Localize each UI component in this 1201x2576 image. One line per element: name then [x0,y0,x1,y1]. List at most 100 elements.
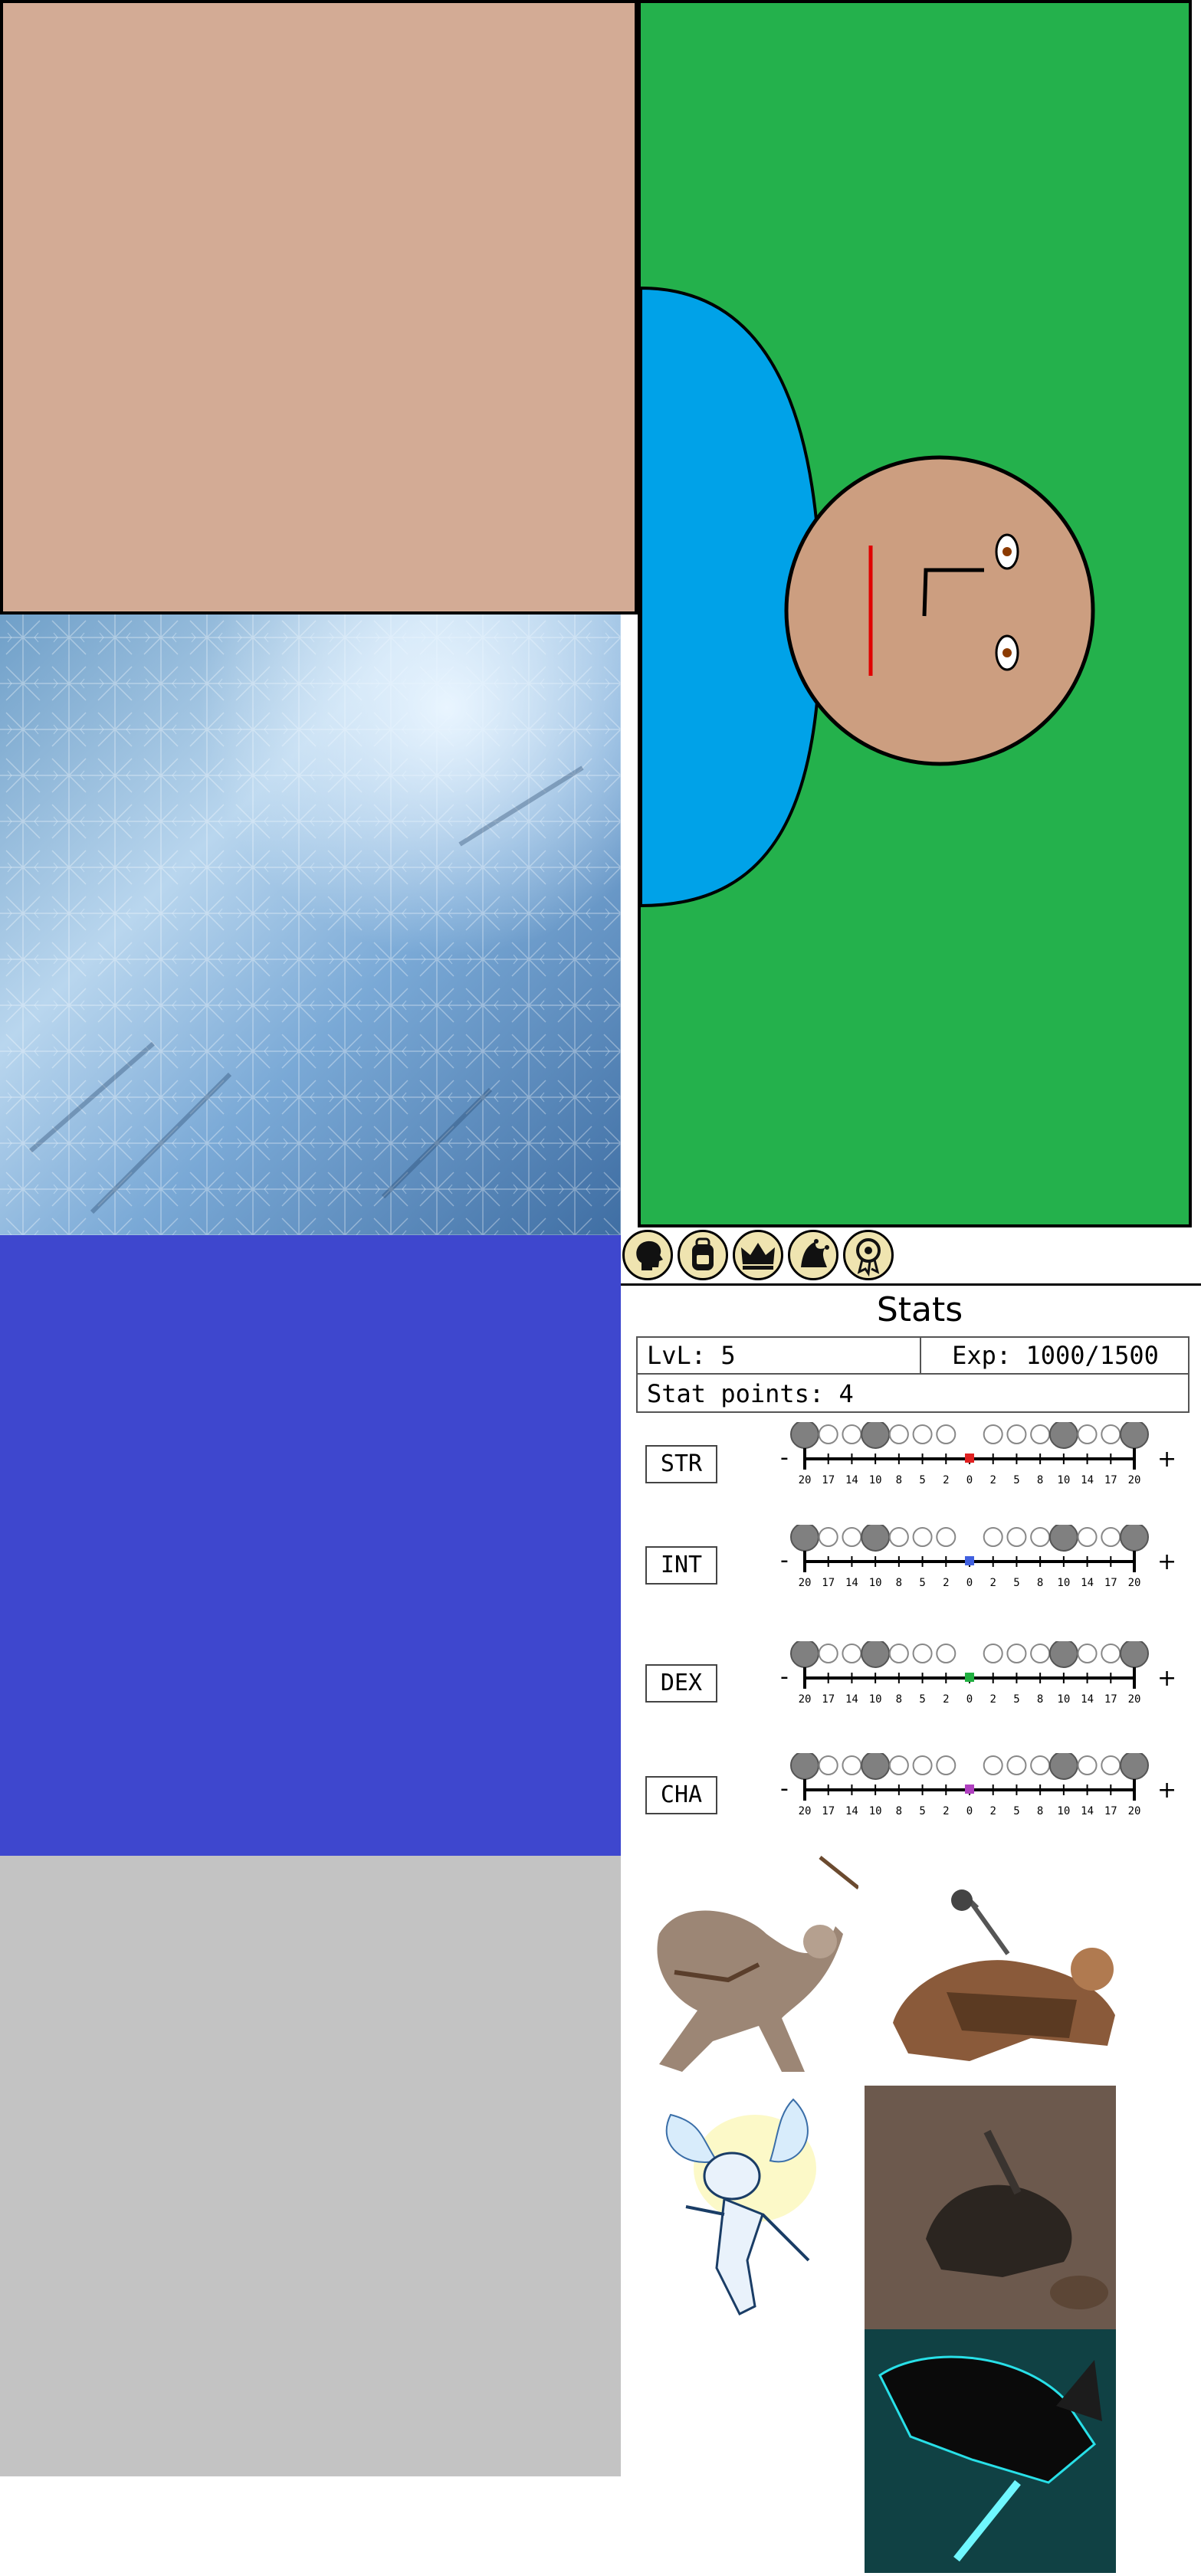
cyber-warrior-image [865,2329,1116,2573]
stat-scale-label: 0 [966,1805,973,1817]
character-armored-knight[interactable] [865,2086,1116,2329]
stat-scale-label: 14 [845,1805,858,1817]
crown-icon [741,1243,775,1270]
stat-level-marker [1030,1527,1051,1547]
stat-level-marker [983,1527,1003,1547]
stat-label-dex: DEX [645,1664,717,1703]
stat-scale-label: 8 [896,1474,902,1486]
stat-value-indicator[interactable] [965,1556,974,1565]
stat-scale-label: 2 [989,1693,996,1706]
inventory-tab[interactable] [678,1230,728,1280]
stat-scale-label: 20 [799,1805,812,1817]
stat-level-marker [790,1525,819,1552]
stat-level-marker [1006,1424,1027,1444]
character-dwarf-barbarian[interactable] [878,1870,1130,2069]
stat-scale-label: 10 [869,1805,882,1817]
stat-slider-cha[interactable]: - +20 17 14 10 8 5 2 0 2 5 8 10 14 17 20 [774,1753,1180,1822]
stat-scale-label: 5 [1013,1577,1019,1589]
stat-level-marker [818,1424,838,1444]
stat-scale-label: 0 [966,1693,973,1706]
stat-level-marker [888,1424,909,1444]
stat-scale-label: 14 [845,1693,858,1706]
stat-value-indicator[interactable] [965,1454,974,1463]
stat-level-marker [1006,1527,1027,1547]
stat-level-marker [888,1644,909,1663]
experience-display: Exp: 1000/1500 [921,1338,1190,1375]
decrease-button[interactable]: - [780,1547,789,1574]
stat-scale-label: 20 [1128,1474,1141,1486]
level-display: LvL: 5 [638,1338,921,1375]
stat-level-marker [912,1424,933,1444]
stat-level-marker [1120,1753,1149,1780]
stat-scale-label: 10 [1057,1805,1070,1817]
stat-scale-label: 20 [1128,1805,1141,1817]
stat-level-marker [842,1527,862,1547]
stat-scale-label: 8 [1037,1474,1043,1486]
skin-color-swatch[interactable] [0,0,638,615]
stat-scale-label: 14 [845,1474,858,1486]
award-ribbon-icon [856,1238,881,1277]
stat-level-marker [1077,1644,1098,1663]
achievements-tab[interactable] [843,1230,894,1280]
character-tab[interactable] [622,1230,673,1280]
stat-level-marker [1120,1422,1149,1449]
stat-scale-label: 5 [1013,1805,1019,1817]
stat-level-marker [1101,1644,1121,1663]
stat-scale-label: 5 [919,1577,925,1589]
title-tab[interactable] [733,1230,783,1280]
stat-level-marker [912,1527,933,1547]
increase-button[interactable]: + [1157,1777,1176,1804]
increase-button[interactable]: + [1157,1665,1176,1692]
stat-level-marker [1006,1644,1027,1663]
character-pixie-fairy[interactable] [640,2084,839,2337]
stat-level-marker [842,1644,862,1663]
grey-color-swatch[interactable] [0,1856,621,2476]
stat-level-marker [936,1644,957,1663]
stat-scale-label: 5 [919,1693,925,1706]
stat-scale-label: 2 [943,1805,949,1817]
stat-scale-label: 17 [822,1577,835,1589]
stat-scale-label: 17 [822,1693,835,1706]
armored-knight-image [865,2086,1116,2329]
backpack-icon [692,1237,714,1270]
decrease-button[interactable]: - [780,1444,789,1471]
menu-tab-bar [621,1227,1201,1286]
stat-level-marker [936,1424,957,1444]
stat-level-marker [983,1424,1003,1444]
stat-value-indicator[interactable] [965,1785,974,1794]
stat-level-marker [1120,1641,1149,1668]
increase-button[interactable]: + [1157,1446,1176,1473]
stat-level-marker [912,1755,933,1775]
stat-scale-label: 10 [869,1577,882,1589]
stat-level-marker [1030,1644,1051,1663]
stat-level-marker [912,1644,933,1663]
stat-scale-label: 2 [989,1577,996,1589]
stat-slider-dex[interactable]: - +20 17 14 10 8 5 2 0 2 5 8 10 14 17 20 [774,1641,1180,1710]
character-werewolf-archer[interactable] [628,1842,860,2087]
stat-level-marker [818,1644,838,1663]
stat-scale-label: 2 [989,1805,996,1817]
stat-scale-label: 20 [1128,1577,1141,1589]
blue-color-swatch[interactable] [0,1235,621,1856]
decrease-button[interactable]: - [780,1663,789,1690]
stat-value-indicator[interactable] [965,1673,974,1682]
dwarf-barbarian-image [893,1889,1115,2061]
stat-scale-label: 2 [943,1577,949,1589]
stat-slider-int[interactable]: - +20 17 14 10 8 5 2 0 2 5 8 10 14 17 20 [774,1525,1180,1594]
stat-scale-label: 14 [1081,1693,1094,1706]
frost-texture-swatch[interactable] [0,615,621,1235]
jester-hat-icon [801,1239,829,1267]
character-cyber-warrior[interactable] [865,2329,1116,2573]
stat-level-marker [818,1527,838,1547]
stat-scale-label: 17 [822,1474,835,1486]
stat-level-marker [888,1755,909,1775]
stat-level-marker [790,1422,819,1449]
stat-level-marker [1077,1424,1098,1444]
equipment-tab[interactable] [788,1230,838,1280]
stat-scale-label: 2 [943,1693,949,1706]
stat-slider-str[interactable]: - +20 17 14 10 8 5 2 0 2 5 8 10 14 17 20 [774,1422,1180,1491]
stat-level-marker [1101,1755,1121,1775]
stat-level-marker [1120,1525,1149,1552]
decrease-button[interactable]: - [780,1775,789,1802]
increase-button[interactable]: + [1157,1549,1176,1575]
